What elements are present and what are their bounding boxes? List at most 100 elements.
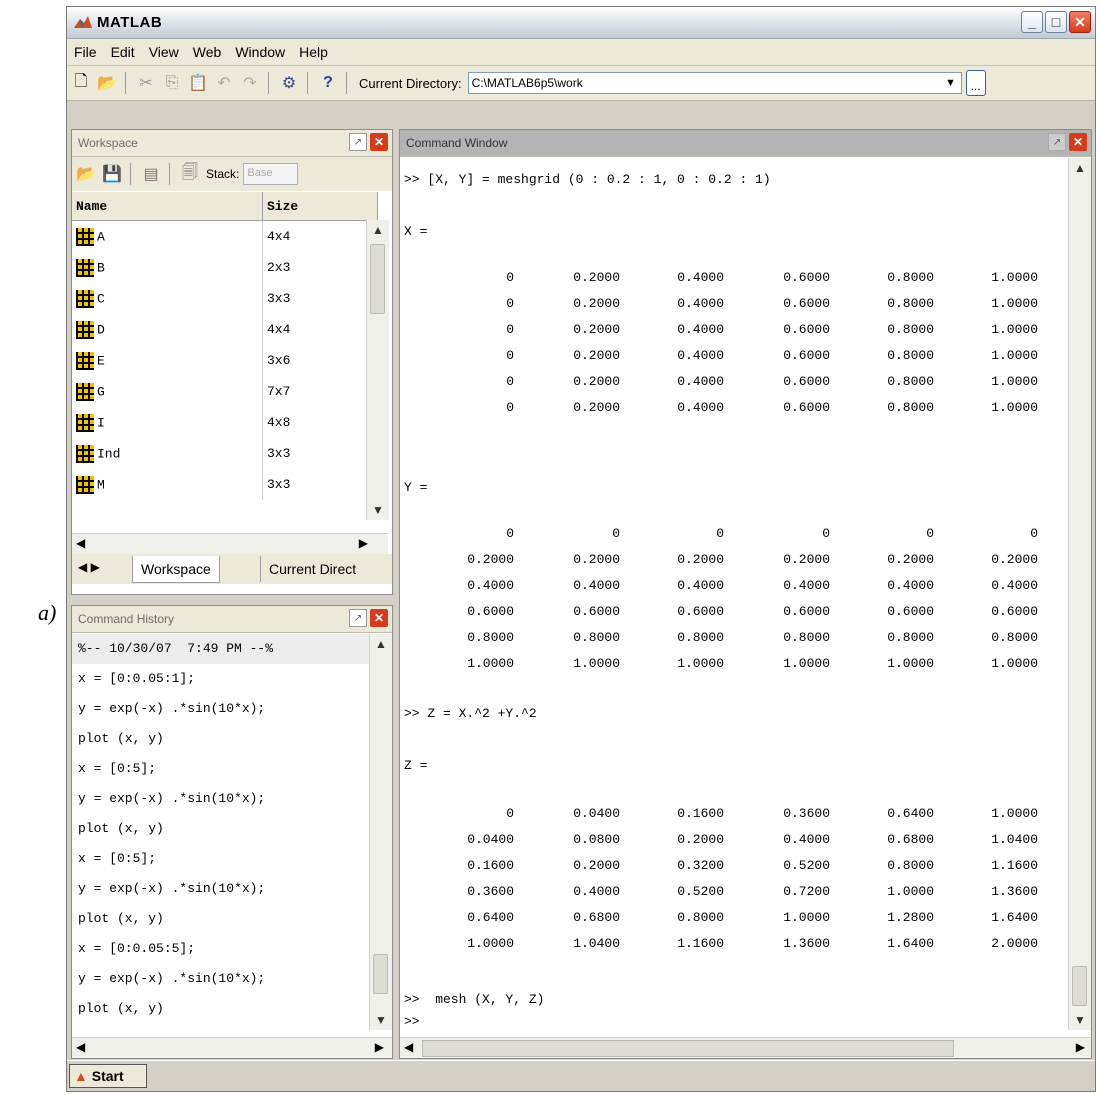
close-icon[interactable]: ✕ [370, 133, 388, 151]
history-item[interactable]: plot (x, y) [72, 994, 370, 1024]
simulink-icon[interactable]: ⚙ [277, 71, 301, 95]
undock-icon[interactable]: ↗ [349, 609, 367, 627]
scroll-left-icon[interactable]: ◀ [76, 1040, 85, 1054]
table-row[interactable]: G 7x7 [72, 376, 378, 407]
tab-current-directory[interactable]: Current Direct [260, 556, 364, 582]
open-variable-icon[interactable]: ▤ [139, 162, 163, 186]
save-icon[interactable]: 💾 [100, 162, 124, 186]
scroll-down-icon[interactable]: ▼ [367, 500, 389, 520]
history-item[interactable]: y = exp(-x) .*sin(10*x); [72, 784, 370, 814]
scroll-up-icon[interactable]: ▲ [367, 220, 389, 240]
matrix-cell: 0.8000 [991, 630, 1038, 645]
toolbar-separator [130, 163, 131, 185]
table-row[interactable]: D 4x4 [72, 314, 378, 345]
close-icon[interactable]: ✕ [370, 609, 388, 627]
scroll-thumb[interactable] [370, 244, 385, 314]
close-icon[interactable]: ✕ [1069, 133, 1087, 151]
menu-edit[interactable]: Edit [104, 44, 142, 60]
matrix-cell: 1.0000 [783, 910, 830, 925]
table-row[interactable]: C 3x3 [72, 283, 378, 314]
scroll-right-icon[interactable]: ▶ [359, 536, 368, 550]
undock-icon[interactable]: ↗ [349, 133, 367, 151]
scroll-up-icon[interactable]: ▲ [1069, 158, 1091, 178]
matrix-cell: 0 [506, 400, 514, 415]
command-horizontal-scrollbar[interactable]: ◀ ▶ [400, 1037, 1091, 1058]
title-bar[interactable]: MATLAB _ □ ✕ [67, 7, 1095, 39]
scroll-up-icon[interactable]: ▲ [370, 634, 392, 654]
column-header-size[interactable]: Size [262, 192, 378, 221]
delete-variable-icon[interactable]: 🗐 [178, 162, 202, 186]
open-folder-icon[interactable]: 📂 [95, 71, 119, 95]
matrix-cell: 1.0000 [677, 656, 724, 671]
command-prompt[interactable]: >> [404, 1014, 420, 1029]
history-item[interactable]: plot (x, y) [72, 904, 370, 934]
workspace-vertical-scrollbar[interactable]: ▲ ▼ [366, 220, 389, 520]
table-row[interactable]: B 2x3 [72, 252, 378, 283]
command-vertical-scrollbar[interactable]: ▲ ▼ [1068, 158, 1091, 1030]
history-session-header[interactable]: %-- 10/30/07 7:49 PM --% [72, 634, 370, 664]
tab-workspace[interactable]: Workspace [132, 556, 220, 583]
variable-size: 3x3 [262, 438, 378, 469]
undo-icon[interactable]: ↶ [212, 71, 236, 95]
scroll-left-icon[interactable]: ◀ [404, 1040, 413, 1054]
history-item[interactable]: x = [0:5]; [72, 754, 370, 784]
matrix-cell: 0 [506, 270, 514, 285]
variable-name: Ind [97, 445, 121, 461]
current-directory-value: C:\MATLAB6p5\work [471, 76, 583, 90]
stack-select[interactable]: Base [243, 163, 299, 185]
matrix-cell: 0.1600 [467, 858, 514, 873]
workspace-horizontal-scrollbar[interactable]: ◀ ▶ [72, 533, 388, 554]
table-row[interactable]: Ind 3x3 [72, 438, 378, 469]
minimize-button[interactable]: _ [1021, 11, 1043, 33]
copy-icon[interactable]: ⎘ [160, 71, 184, 95]
matrix-cell: 1.0000 [991, 296, 1038, 311]
chevron-down-icon[interactable]: ▼ [942, 74, 960, 92]
window-title: MATLAB [97, 14, 163, 31]
menu-help[interactable]: Help [292, 44, 335, 60]
column-header-name[interactable]: Name [72, 192, 263, 221]
scroll-down-icon[interactable]: ▼ [370, 1010, 392, 1030]
history-item[interactable]: plot (x, y) [72, 724, 370, 754]
matrix-cell: 0 [926, 526, 934, 541]
history-item[interactable]: x = [0:5]; [72, 844, 370, 874]
help-icon[interactable]: ? [316, 71, 340, 95]
menu-window[interactable]: Window [228, 44, 292, 60]
history-item[interactable]: x = [0:0.05:5]; [72, 934, 370, 964]
scroll-right-icon[interactable]: ▶ [375, 1040, 384, 1054]
table-row[interactable]: M 3x3 [72, 469, 378, 500]
scroll-left-icon[interactable]: ◀ [76, 536, 85, 550]
history-item[interactable]: plot (x, y) [72, 814, 370, 844]
table-row[interactable]: E 3x6 [72, 345, 378, 376]
scroll-thumb[interactable] [373, 954, 388, 994]
maximize-button[interactable]: □ [1045, 11, 1067, 33]
menu-view[interactable]: View [142, 44, 186, 60]
menu-web[interactable]: Web [186, 44, 229, 60]
matrix-cell: 0.8000 [887, 858, 934, 873]
history-horizontal-scrollbar[interactable]: ◀ ▶ [72, 1037, 392, 1058]
matrix-icon [76, 320, 94, 339]
tab-nav-icon[interactable]: ◀ ▶ [78, 560, 100, 574]
current-directory-field[interactable]: C:\MATLAB6p5\work ▼ [467, 72, 962, 94]
table-row[interactable]: I 4x8 [72, 407, 378, 438]
start-button[interactable]: ▲ Start [69, 1064, 147, 1088]
history-item[interactable]: y = exp(-x) .*sin(10*x); [72, 694, 370, 724]
history-item[interactable]: x = [0:0.05:1]; [72, 664, 370, 694]
matrix-cell: 0.3600 [783, 806, 830, 821]
table-row[interactable]: A 4x4 [72, 220, 378, 252]
history-item[interactable]: y = exp(-x) .*sin(10*x); [72, 874, 370, 904]
menu-file[interactable]: File [67, 44, 104, 60]
new-file-icon[interactable]: 🗋 [69, 71, 93, 95]
scroll-thumb[interactable] [422, 1040, 954, 1057]
paste-icon[interactable]: 📋 [186, 71, 210, 95]
close-button[interactable]: ✕ [1069, 11, 1091, 33]
open-folder-icon[interactable]: 📂 [74, 162, 98, 186]
history-item[interactable]: y = exp(-x) .*sin(10*x); [72, 964, 370, 994]
redo-icon[interactable]: ↷ [238, 71, 262, 95]
cut-icon[interactable]: ✂ [134, 71, 158, 95]
scroll-thumb[interactable] [1072, 966, 1087, 1006]
history-vertical-scrollbar[interactable]: ▲ ▼ [369, 634, 392, 1030]
browse-button[interactable]: ... [965, 70, 986, 96]
scroll-down-icon[interactable]: ▼ [1069, 1010, 1091, 1030]
undock-icon[interactable]: ↗ [1048, 133, 1066, 151]
scroll-right-icon[interactable]: ▶ [1076, 1040, 1085, 1054]
